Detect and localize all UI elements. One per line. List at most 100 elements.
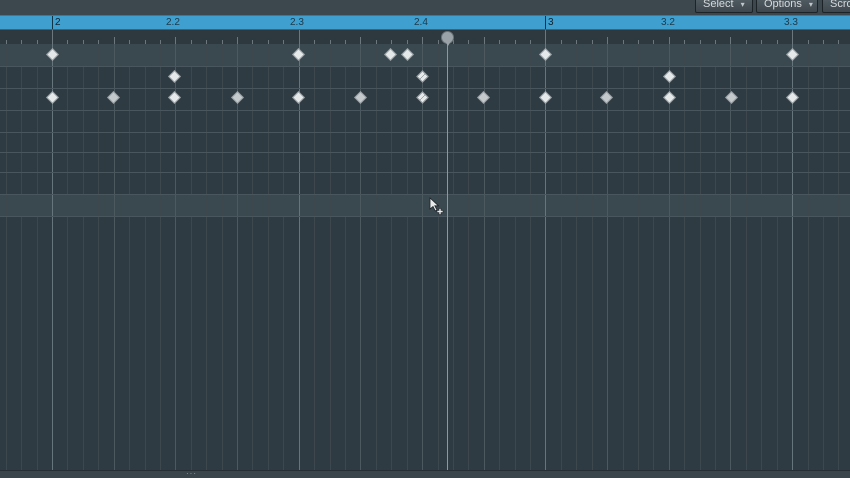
grid-horizontal-line — [0, 152, 850, 153]
grid-vertical-line — [206, 44, 207, 470]
automation-point[interactable] — [725, 91, 738, 104]
select-dropdown[interactable]: Select ▾ — [695, 0, 753, 13]
grid-vertical-line — [792, 44, 793, 470]
automation-point[interactable] — [663, 91, 676, 104]
grid-vertical-line — [607, 44, 608, 470]
automation-lanes[interactable] — [0, 44, 850, 470]
ruler-tick — [792, 30, 793, 44]
grid-vertical-line — [592, 44, 593, 470]
grid-horizontal-line — [0, 194, 850, 195]
ruler-bar-marker — [545, 16, 546, 29]
automation-point[interactable] — [786, 91, 799, 104]
automation-point[interactable] — [354, 91, 367, 104]
grid-vertical-line — [376, 44, 377, 470]
timeline-ruler[interactable]: 2 2.2 2.3 2.4 3 3.2 3.3 — [0, 15, 850, 30]
grid-vertical-line — [175, 44, 176, 470]
ruler-tick — [114, 37, 115, 44]
grid-vertical-line — [684, 44, 685, 470]
grid-horizontal-line — [0, 216, 850, 217]
ruler-tick — [52, 30, 53, 44]
grid-vertical-line — [252, 44, 253, 470]
select-label: Select — [703, 0, 734, 10]
ruler-tick — [237, 37, 238, 44]
chevron-down-icon: ▾ — [740, 0, 745, 9]
grid-vertical-line — [67, 44, 68, 470]
automation-point[interactable] — [168, 91, 181, 104]
grid-vertical-line — [530, 44, 531, 470]
ruler-label: 2.3 — [290, 17, 304, 28]
grid-horizontal-line — [0, 88, 850, 89]
grid-vertical-line — [653, 44, 654, 470]
grid-vertical-line — [422, 44, 423, 470]
grid-vertical-line — [545, 44, 546, 470]
options-dropdown[interactable]: Options ▾ — [756, 0, 818, 13]
grid-horizontal-line — [0, 110, 850, 111]
automation-point[interactable] — [416, 70, 429, 83]
grid-vertical-line — [21, 44, 22, 470]
ruler-label: 2.4 — [414, 17, 428, 28]
options-label: Options — [764, 0, 802, 10]
ruler-label: 3 — [548, 17, 554, 28]
scroll-button[interactable]: Scro — [822, 0, 850, 13]
automation-point[interactable] — [416, 91, 429, 104]
grid-vertical-line — [6, 44, 7, 470]
grid-vertical-line — [484, 44, 485, 470]
grid-vertical-line — [330, 44, 331, 470]
grid-vertical-line — [345, 44, 346, 470]
grid-vertical-line — [129, 44, 130, 470]
grid-vertical-line — [314, 44, 315, 470]
playhead-handle[interactable] — [441, 31, 454, 46]
chevron-down-icon: ▾ — [808, 0, 813, 9]
grid-horizontal-line — [0, 172, 850, 173]
grid-vertical-line — [83, 44, 84, 470]
ruler-tick — [422, 37, 423, 44]
grid-vertical-line — [468, 44, 469, 470]
grid-vertical-line — [114, 44, 115, 470]
grid-vertical-line — [515, 44, 516, 470]
bottom-resize-bar[interactable]: ··· — [0, 470, 850, 478]
grid-vertical-line — [299, 44, 300, 470]
playhead-line — [447, 38, 448, 470]
grid-vertical-line — [499, 44, 500, 470]
lane-row-highlight — [0, 44, 850, 66]
grid-vertical-line — [623, 44, 624, 470]
automation-point[interactable] — [46, 91, 59, 104]
grid-vertical-line — [838, 44, 839, 470]
grid-vertical-line — [98, 44, 99, 470]
ruler-label: 3.2 — [661, 17, 675, 28]
grid-vertical-line — [669, 44, 670, 470]
grid-vertical-line — [700, 44, 701, 470]
automation-point[interactable] — [231, 91, 244, 104]
ruler-label: 3.3 — [784, 17, 798, 28]
scroll-label: Scro — [830, 0, 850, 10]
grid-vertical-line — [576, 44, 577, 470]
ruler-label: 2.2 — [166, 17, 180, 28]
grid-vertical-line — [360, 44, 361, 470]
automation-point[interactable] — [168, 70, 181, 83]
resize-grip-icon[interactable]: ··· — [186, 470, 197, 478]
automation-point[interactable] — [663, 70, 676, 83]
ruler-tick-strip — [0, 30, 850, 44]
grid-vertical-line — [160, 44, 161, 470]
grid-vertical-line — [638, 44, 639, 470]
automation-point[interactable] — [292, 91, 305, 104]
grid-vertical-line — [777, 44, 778, 470]
grid-vertical-line — [730, 44, 731, 470]
grid-vertical-line — [746, 44, 747, 470]
grid-vertical-line — [222, 44, 223, 470]
grid-vertical-line — [145, 44, 146, 470]
automation-point[interactable] — [477, 91, 490, 104]
grid-vertical-line — [391, 44, 392, 470]
grid-vertical-line — [283, 44, 284, 470]
ruler-tick — [730, 37, 731, 44]
grid-vertical-line — [37, 44, 38, 470]
grid-vertical-line — [823, 44, 824, 470]
automation-point[interactable] — [600, 91, 613, 104]
lane-row-highlight — [0, 194, 850, 216]
automation-point[interactable] — [107, 91, 120, 104]
automation-point[interactable] — [539, 91, 552, 104]
ruler-tick — [175, 37, 176, 44]
ruler-tick — [607, 37, 608, 44]
ruler-bar-marker — [52, 16, 53, 29]
grid-vertical-line — [561, 44, 562, 470]
